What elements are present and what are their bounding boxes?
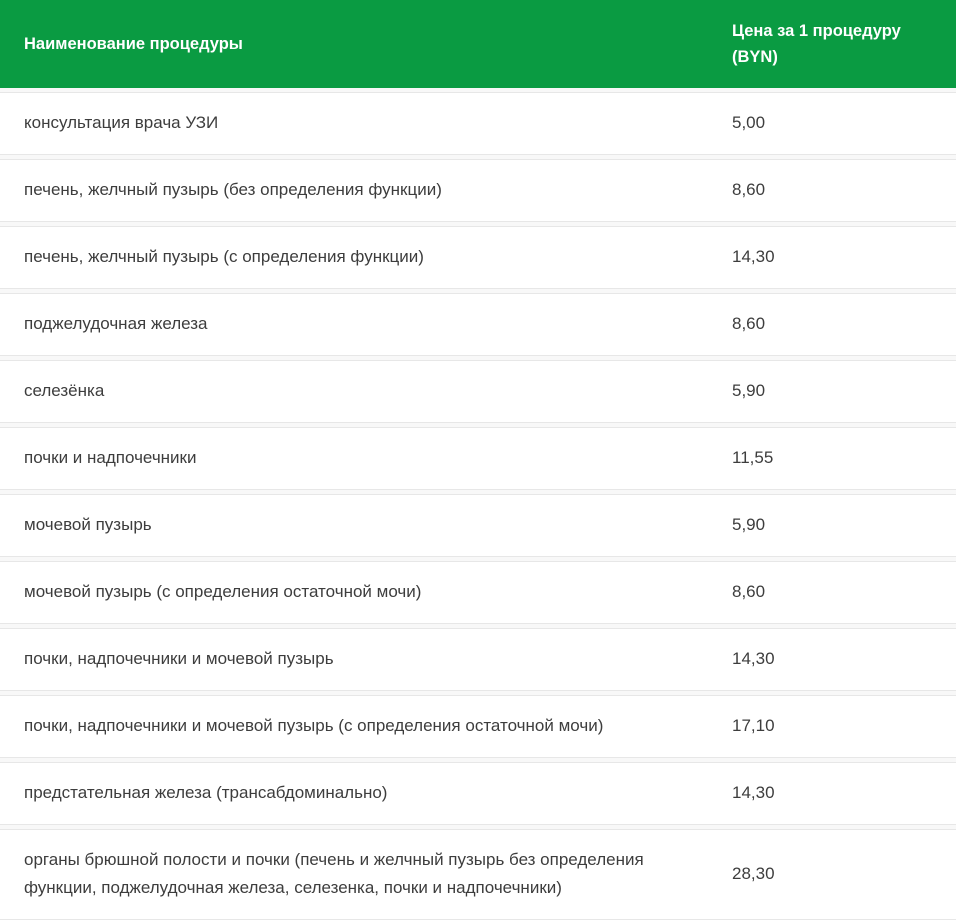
procedure-price-cell: 5,00 xyxy=(708,93,956,154)
table-row: предстательная железа (трансабдоминально… xyxy=(0,762,956,825)
table-row: поджелудочная железа 8,60 xyxy=(0,293,956,356)
procedure-price-cell: 14,30 xyxy=(708,227,956,288)
table-row: органы брюшной полости и почки (печень и… xyxy=(0,829,956,920)
procedure-price-cell: 5,90 xyxy=(708,361,956,422)
table-row: печень, желчный пузырь (с определения фу… xyxy=(0,226,956,289)
procedure-name-cell: предстательная железа (трансабдоминально… xyxy=(0,763,708,824)
procedure-name-cell: почки и надпочечники xyxy=(0,428,708,489)
procedure-name-cell: органы брюшной полости и почки (печень и… xyxy=(0,830,708,919)
procedure-name-cell: консультация врача УЗИ xyxy=(0,93,708,154)
table-row: консультация врача УЗИ 5,00 xyxy=(0,92,956,155)
table-row: мочевой пузырь (с определения остаточной… xyxy=(0,561,956,624)
procedure-name-cell: печень, желчный пузырь (без определения … xyxy=(0,160,708,221)
table-row: селезёнка 5,90 xyxy=(0,360,956,423)
table-row: мочевой пузырь 5,90 xyxy=(0,494,956,557)
column-header-price: Цена за 1 процедуру (BYN) xyxy=(708,18,956,70)
table-row: почки, надпочечники и мочевой пузырь (с … xyxy=(0,695,956,758)
procedure-price-cell: 17,10 xyxy=(708,696,956,757)
procedure-name-cell: селезёнка xyxy=(0,361,708,422)
procedure-name-cell: мочевой пузырь (с определения остаточной… xyxy=(0,562,708,623)
table-body: консультация врача УЗИ 5,00 печень, желч… xyxy=(0,92,956,920)
procedure-price-cell: 14,30 xyxy=(708,763,956,824)
table-header-row: Наименование процедуры Цена за 1 процеду… xyxy=(0,0,956,88)
procedure-price-cell: 11,55 xyxy=(708,428,956,489)
procedure-name-cell: поджелудочная железа xyxy=(0,294,708,355)
procedure-name-cell: мочевой пузырь xyxy=(0,495,708,556)
procedure-name-cell: почки, надпочечники и мочевой пузырь xyxy=(0,629,708,690)
procedure-name-cell: печень, желчный пузырь (с определения фу… xyxy=(0,227,708,288)
procedure-price-cell: 14,30 xyxy=(708,629,956,690)
table-row: почки и надпочечники 11,55 xyxy=(0,427,956,490)
procedure-price-cell: 5,90 xyxy=(708,495,956,556)
procedure-price-cell: 8,60 xyxy=(708,294,956,355)
procedure-price-cell: 8,60 xyxy=(708,160,956,221)
procedure-name-cell: почки, надпочечники и мочевой пузырь (с … xyxy=(0,696,708,757)
table-row: почки, надпочечники и мочевой пузырь 14,… xyxy=(0,628,956,691)
column-header-procedure-name: Наименование процедуры xyxy=(0,31,708,57)
procedure-price-cell: 28,30 xyxy=(708,844,956,905)
procedure-price-cell: 8,60 xyxy=(708,562,956,623)
table-row: печень, желчный пузырь (без определения … xyxy=(0,159,956,222)
price-table: Наименование процедуры Цена за 1 процеду… xyxy=(0,0,956,920)
